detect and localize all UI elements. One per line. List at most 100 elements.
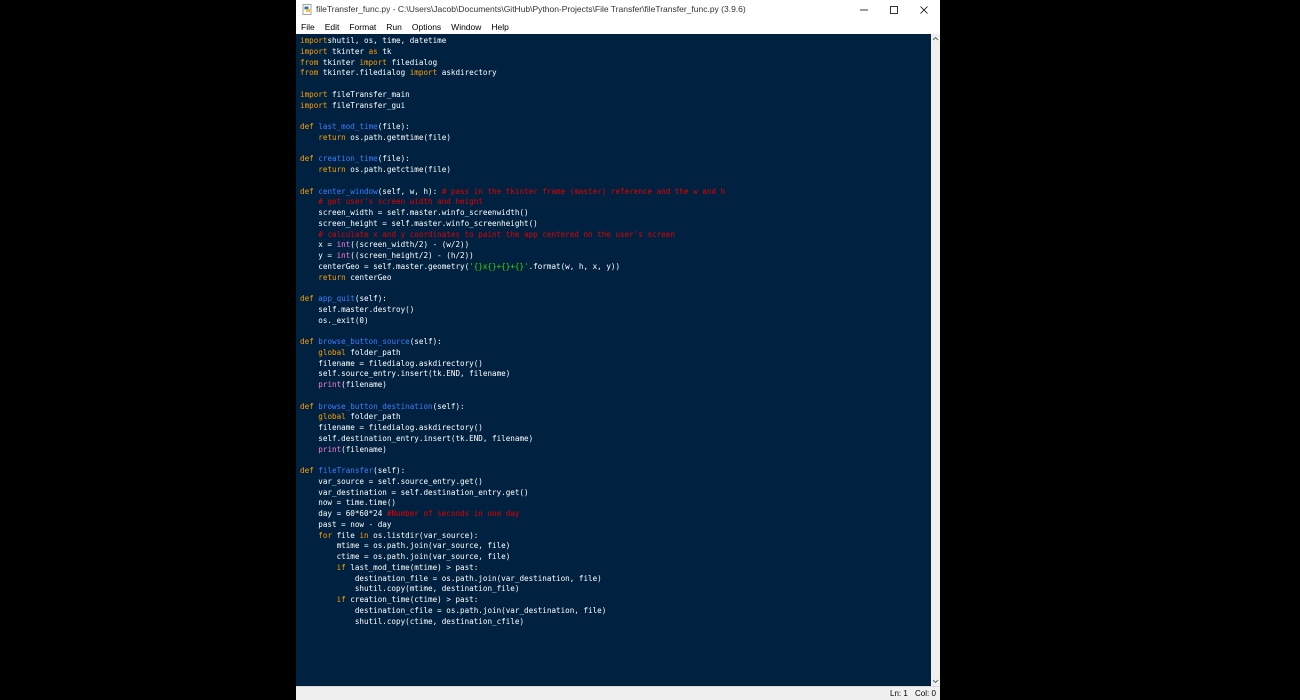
code-line[interactable]: screen_width = self.master.winfo_screenw… (300, 208, 725, 219)
code-line[interactable]: shutil.copy(mtime, destination_file) (300, 584, 725, 595)
code-line[interactable]: day = 60*60*24 #Number of seconds in one… (300, 509, 725, 520)
code-token: centerGeo = self.master.geometry( (300, 261, 470, 271)
code-line[interactable]: x = int((screen_width/2) - (w/2)) (300, 240, 725, 251)
code-token: def (300, 186, 314, 196)
code-line[interactable]: var_source = self.source_entry.get() (300, 477, 725, 488)
menu-help[interactable]: Help (486, 20, 513, 34)
code-line[interactable]: def browse_button_destination(self): (300, 402, 725, 413)
code-token: shutil, os, time, datetime (327, 36, 447, 45)
menu-window[interactable]: Window (446, 20, 486, 34)
code-line[interactable]: importshutil, os, time, datetime (300, 36, 725, 47)
code-line[interactable]: return os.path.getctime(file) (300, 165, 725, 176)
code-line[interactable] (300, 326, 725, 337)
code-token: return (318, 132, 346, 142)
code-line[interactable]: def center_window(self, w, h): # pass in… (300, 187, 725, 198)
code-line[interactable]: destination_cfile = os.path.join(var_des… (300, 606, 725, 617)
code-line[interactable]: def last_mod_time(file): (300, 122, 725, 133)
scroll-down-button[interactable] (931, 677, 940, 686)
window-title: fileTransfer_func.py - C:\Users\Jacob\Do… (316, 4, 746, 14)
code-line[interactable]: screen_height = self.master.winfo_screen… (300, 219, 725, 230)
code-line[interactable]: if last_mod_time(mtime) > past: (300, 563, 725, 574)
code-line[interactable]: def browse_button_source(self): (300, 337, 725, 348)
vertical-scrollbar[interactable] (931, 34, 940, 686)
code-token: import (300, 36, 328, 45)
code-token: def (300, 401, 314, 411)
code-line[interactable]: from tkinter import filedialog (300, 58, 725, 69)
code-line[interactable]: past = now - day (300, 520, 725, 531)
code-token: creation_time(ctime) > past: (345, 595, 479, 604)
code-token: def (300, 122, 314, 131)
code-line[interactable]: print(filename) (300, 380, 725, 391)
code-line[interactable] (300, 176, 725, 187)
code-token: past = now - day (300, 519, 392, 529)
code-line[interactable]: ctime = os.path.join(var_source, file) (300, 552, 725, 563)
code-line[interactable]: filename = filedialog.askdirectory() (300, 359, 725, 370)
code-token: (self): (373, 466, 406, 475)
close-button[interactable] (909, 0, 939, 20)
title-bar[interactable]: fileTransfer_func.py - C:\Users\Jacob\Do… (296, 0, 940, 20)
code-line[interactable]: shutil.copy(ctime, destination_cfile) (300, 617, 725, 628)
code-line[interactable]: self.master.destroy() (300, 305, 725, 316)
scroll-thumb[interactable] (932, 44, 939, 674)
code-line[interactable]: print(filename) (300, 445, 725, 456)
code-token: (self): (432, 401, 465, 411)
maximize-icon (890, 6, 898, 14)
code-line[interactable]: self.destination_entry.insert(tk.END, fi… (300, 434, 725, 445)
code-line[interactable]: filename = filedialog.askdirectory() (300, 423, 725, 434)
menu-run[interactable]: Run (381, 20, 407, 34)
code-token: self.source_entry.insert(tk.END, filenam… (300, 369, 511, 379)
code-line[interactable]: global folder_path (300, 412, 725, 423)
maximize-button[interactable] (879, 0, 909, 20)
code-line[interactable]: mtime = os.path.join(var_source, file) (300, 541, 725, 552)
code-line[interactable]: import fileTransfer_gui (300, 101, 725, 112)
code-token: filename = filedialog.askdirectory() (300, 358, 483, 368)
code-line[interactable]: y = int((screen_height/2) - (h/2)) (300, 251, 725, 262)
scroll-up-button[interactable] (931, 34, 940, 43)
code-text-area[interactable]: importshutil, os, time, datetime import t… (300, 36, 725, 627)
code-line[interactable]: destination_file = os.path.join(var_dest… (300, 574, 725, 585)
code-line[interactable]: global folder_path (300, 348, 725, 359)
code-line[interactable] (300, 79, 725, 90)
menu-file[interactable]: File (296, 20, 320, 34)
menu-options[interactable]: Options (407, 20, 446, 34)
chevron-down-icon (932, 679, 939, 684)
code-line[interactable] (300, 283, 725, 294)
code-token: var_destination = self.destination_entry… (300, 487, 529, 497)
code-editor[interactable]: importshutil, os, time, datetime import t… (296, 34, 931, 686)
code-line[interactable]: # calculate x and y coordinates to paint… (300, 230, 725, 241)
code-token: last_mod_time (318, 122, 378, 131)
status-col: Col: 0 (915, 689, 936, 698)
code-line[interactable]: os._exit(0) (300, 316, 725, 327)
minimize-button[interactable] (849, 0, 879, 20)
code-line[interactable]: import fileTransfer_main (300, 90, 725, 101)
code-line[interactable]: return os.path.getmtime(file) (300, 133, 725, 144)
code-line[interactable]: import tkinter as tk (300, 47, 725, 58)
code-line[interactable] (300, 144, 725, 155)
code-token: file (332, 530, 360, 540)
code-line[interactable]: var_destination = self.destination_entry… (300, 488, 725, 499)
code-token: folder_path (345, 412, 401, 422)
code-token: askdirectory (437, 68, 497, 78)
code-line[interactable]: self.source_entry.insert(tk.END, filenam… (300, 369, 725, 380)
code-line[interactable]: return centerGeo (300, 273, 725, 284)
code-token: os.path.getctime(file) (345, 165, 451, 174)
code-line[interactable]: def creation_time(file): (300, 154, 725, 165)
menu-edit[interactable]: Edit (320, 20, 345, 34)
code-line[interactable]: now = time.time() (300, 498, 725, 509)
code-line[interactable] (300, 455, 725, 466)
code-token: shutil.copy(mtime, destination_file) (300, 584, 520, 594)
code-token: import (300, 46, 328, 56)
code-line[interactable]: def app_quit(self): (300, 294, 725, 305)
code-line[interactable] (300, 111, 725, 122)
code-line[interactable]: for file in os.listdir(var_source): (300, 531, 725, 542)
code-line[interactable]: from tkinter.filedialog import askdirect… (300, 68, 725, 79)
code-token: app_quit (318, 294, 355, 303)
code-line[interactable]: if creation_time(ctime) > past: (300, 595, 725, 606)
code-line[interactable] (300, 391, 725, 402)
code-line[interactable]: def fileTransfer(self): (300, 466, 725, 477)
code-line[interactable]: centerGeo = self.master.geometry('{}x{}+… (300, 262, 725, 273)
code-line[interactable]: # get user's screen width and height (300, 197, 725, 208)
menu-format[interactable]: Format (344, 20, 381, 34)
